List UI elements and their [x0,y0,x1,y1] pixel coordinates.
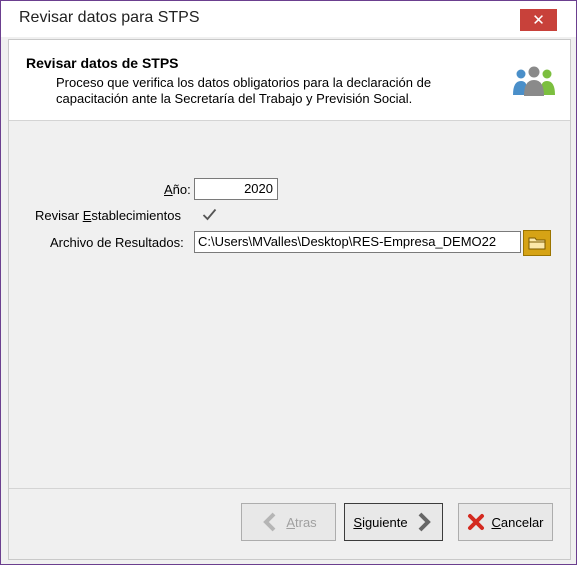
results-file-label: Archivo de Resultados: [50,235,184,250]
arrow-right-icon [418,512,431,532]
back-button-label: Atras [286,514,317,530]
wizard-panel: Revisar datos de STPS Proceso que verifi… [8,39,571,560]
browse-folder-button[interactable] [523,230,551,256]
cancel-button-label: Cancelar [491,514,544,530]
establishments-label: Revisar Establecimientos [35,208,181,223]
year-input[interactable]: 2020 [194,178,278,200]
window-title: Revisar datos para STPS [19,9,200,26]
close-icon: ✕ [532,12,545,29]
results-file-input[interactable]: C:\Users\MValles\Desktop\RES-Empresa_DEM… [194,231,521,253]
next-button-label: Siguiente [353,514,408,530]
cancel-button[interactable]: Cancelar [458,503,553,541]
people-group-icon [513,66,555,96]
wizard-header: Revisar datos de STPS Proceso que verifi… [9,40,570,121]
close-button[interactable]: ✕ [520,9,557,31]
header-title: Revisar datos de STPS [26,55,179,71]
back-button[interactable]: Atras [241,503,336,541]
footer-divider [9,488,570,489]
establishments-checkbox[interactable] [201,206,218,223]
folder-icon [528,237,546,250]
title-bar[interactable]: Revisar datos para STPS ✕ [1,1,576,37]
dialog-window: Revisar datos para STPS ✕ Revisar datos … [0,0,577,565]
arrow-left-icon [263,512,276,532]
header-description: Proceso que verifica los datos obligator… [56,75,432,106]
next-button[interactable]: Siguiente [344,503,443,541]
cancel-x-icon [468,514,485,530]
year-label: Año: [164,182,191,197]
